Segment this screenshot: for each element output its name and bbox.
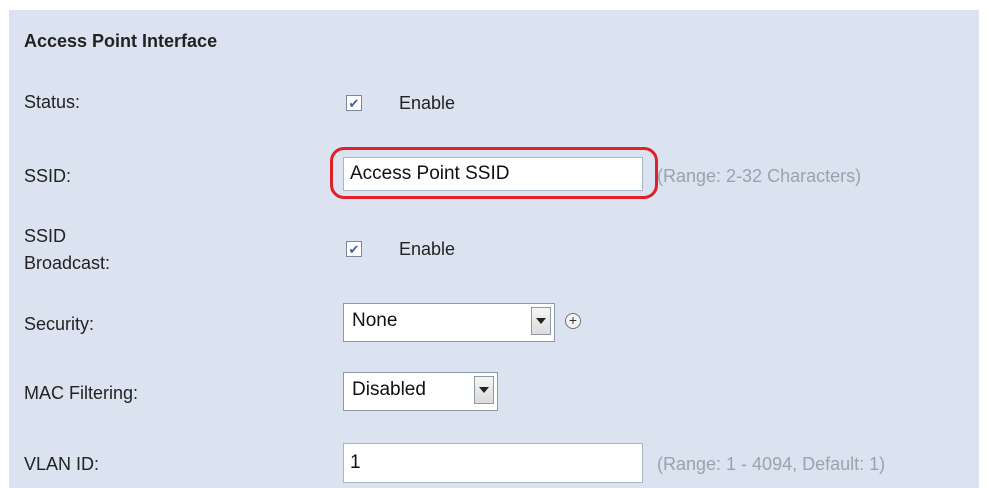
vlan-id-label: VLAN ID:	[24, 454, 100, 474]
status-label: Status:	[24, 92, 81, 112]
ssid-broadcast-label-line2: Broadcast:	[24, 253, 111, 273]
access-point-interface-panel	[9, 10, 979, 488]
chevron-down-icon	[479, 387, 489, 393]
ssid-broadcast-enable-label: Enable	[399, 239, 456, 259]
panel-title: Access Point Interface	[24, 31, 218, 51]
security-select[interactable]: None	[343, 303, 555, 342]
ssid-input[interactable]	[343, 157, 643, 191]
checkmark-icon: ✔	[348, 95, 360, 111]
security-dropdown-button[interactable]	[531, 307, 551, 335]
status-enable-checkbox[interactable]: ✔	[346, 95, 362, 111]
security-selected-value: None	[352, 310, 398, 331]
security-label: Security:	[24, 314, 95, 334]
ssid-broadcast-enable-checkbox[interactable]: ✔	[346, 241, 362, 257]
vlan-id-input[interactable]	[343, 443, 643, 483]
plus-icon[interactable]: +	[565, 313, 581, 329]
chevron-down-icon	[536, 318, 546, 324]
ssid-label: SSID:	[24, 166, 72, 186]
status-enable-label: Enable	[399, 93, 456, 113]
ssid-range-hint: (Range: 2-32 Characters)	[657, 166, 862, 186]
checkmark-icon: ✔	[348, 241, 360, 257]
mac-filtering-selected-value: Disabled	[352, 379, 426, 400]
vlan-id-range-hint: (Range: 1 - 4094, Default: 1)	[657, 454, 886, 474]
mac-filtering-label: MAC Filtering:	[24, 383, 139, 403]
mac-filtering-select[interactable]: Disabled	[343, 372, 498, 411]
ssid-broadcast-label-line1: SSID	[24, 226, 67, 246]
mac-filtering-dropdown-button[interactable]	[474, 376, 494, 404]
